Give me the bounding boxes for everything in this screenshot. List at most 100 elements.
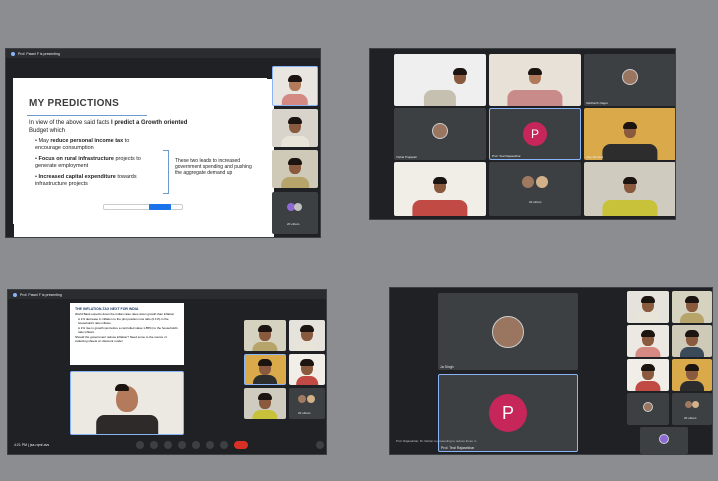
participant-avatar bbox=[659, 434, 669, 445]
participant-avatar bbox=[492, 315, 524, 348]
participant-tile[interactable] bbox=[272, 150, 318, 188]
participant-body bbox=[281, 135, 309, 147]
participant-body bbox=[252, 341, 278, 351]
presenter-video[interactable] bbox=[70, 371, 184, 435]
participant-tile[interactable]: Ja Singh bbox=[438, 293, 578, 370]
participant-name: Siddharth Nagar bbox=[586, 101, 608, 105]
participant-face bbox=[288, 74, 302, 91]
participant-tile[interactable] bbox=[627, 359, 669, 391]
participant-tile[interactable] bbox=[244, 320, 286, 351]
bracket bbox=[163, 150, 169, 194]
others-avatar-icon bbox=[522, 176, 534, 188]
participant-face bbox=[453, 67, 468, 84]
info-button[interactable] bbox=[316, 441, 324, 449]
participant-name: Prof. Teal Rajasekhar bbox=[492, 154, 521, 158]
participant-tile[interactable] bbox=[584, 162, 675, 216]
slide-content: MY PREDICTIONS In view of the above said… bbox=[13, 78, 267, 224]
participant-avatar bbox=[622, 69, 638, 86]
participant-tile[interactable] bbox=[640, 427, 688, 454]
slide-search-button[interactable] bbox=[149, 204, 171, 210]
participant-body bbox=[423, 90, 457, 106]
participant-body bbox=[507, 90, 563, 106]
participant-body bbox=[281, 176, 309, 188]
meeting-screenshot-presentation-2: Prof. Pawni F is presenting THE INFLATIO… bbox=[7, 289, 327, 455]
participant-face bbox=[641, 296, 655, 313]
participant-tile[interactable]: Siddharth Nagar bbox=[584, 54, 675, 106]
slide-line: A 1% decrease in inflation to the plot p… bbox=[78, 317, 169, 326]
presenter-bar: Prof. Pawni F is presenting bbox=[8, 290, 326, 299]
slide-intro: In view of the above said facts I predic… bbox=[29, 120, 188, 134]
participant-body bbox=[602, 144, 658, 160]
raise-hand-button[interactable] bbox=[178, 441, 186, 449]
participant-tile[interactable] bbox=[394, 54, 486, 106]
present-button[interactable] bbox=[192, 441, 200, 449]
participant-face bbox=[433, 176, 447, 193]
participant-body bbox=[635, 381, 661, 391]
participant-body bbox=[281, 93, 309, 105]
participant-face bbox=[288, 116, 302, 133]
participant-body bbox=[635, 347, 661, 357]
participant-tile[interactable] bbox=[672, 291, 712, 323]
slide-bullet-2: • Focus on rural infrastructure projects… bbox=[35, 156, 141, 169]
participant-face bbox=[258, 392, 272, 409]
participant-avatar bbox=[643, 402, 653, 413]
participant-body bbox=[680, 313, 704, 323]
participant-face bbox=[300, 324, 314, 341]
slide-line: A 1% rise in growth (as before a control… bbox=[78, 326, 178, 335]
presenter-label: Prof. Pawni F is presenting bbox=[18, 51, 60, 56]
participant-face bbox=[623, 121, 637, 138]
participant-face bbox=[115, 384, 138, 413]
participant-tile[interactable] bbox=[394, 162, 486, 216]
participant-tile-active[interactable]: P Prof. Teal Rajasekhar bbox=[489, 108, 581, 160]
others-avatar-icon bbox=[307, 395, 315, 403]
participant-face bbox=[685, 330, 699, 347]
participant-body bbox=[602, 199, 658, 216]
captions-button[interactable] bbox=[164, 441, 172, 449]
participant-face bbox=[685, 296, 699, 313]
reactions-button[interactable] bbox=[220, 441, 228, 449]
participant-name: Ajay Mandloi bbox=[586, 155, 604, 159]
participant-tile[interactable] bbox=[489, 54, 581, 106]
leave-call-button[interactable] bbox=[234, 441, 248, 449]
participant-avatar-letter: P bbox=[489, 394, 527, 432]
slide-heading: THE INFLATION-TAX NEXT FOR INDIA bbox=[75, 307, 139, 311]
others-avatar-icon bbox=[294, 203, 302, 211]
participant-tile[interactable] bbox=[244, 388, 286, 419]
more-options-button[interactable] bbox=[206, 441, 214, 449]
participant-tile[interactable]: Ajay Mandloi bbox=[584, 108, 675, 160]
participant-face bbox=[623, 176, 637, 193]
participant-body bbox=[412, 199, 468, 216]
slide-line: World Bank expects down the Indian raise… bbox=[75, 312, 175, 316]
participant-face bbox=[641, 364, 655, 381]
meeting-screenshot-grid: Siddharth Nagar Vishal Prajapati P Prof.… bbox=[369, 48, 676, 220]
participant-tile[interactable] bbox=[627, 325, 669, 357]
shared-slide-2: THE INFLATION-TAX NEXT FOR INDIA World B… bbox=[70, 303, 184, 365]
participant-tile[interactable] bbox=[627, 393, 669, 425]
participant-tile[interactable] bbox=[244, 354, 286, 385]
participant-tile[interactable] bbox=[672, 325, 712, 357]
participant-tile[interactable] bbox=[672, 359, 712, 391]
participant-face bbox=[528, 67, 542, 84]
meeting-screenshot-speaker: Ja Singh P Prof. Teal Rajasekhar Prof. R… bbox=[389, 287, 713, 455]
others-tile[interactable]: 20 others bbox=[289, 388, 325, 419]
presenter-label: Prof. Pawni F is presenting bbox=[20, 292, 62, 297]
participant-tile[interactable]: Vishal Prajapati bbox=[394, 108, 486, 160]
others-tile[interactable]: 20 others bbox=[672, 393, 712, 425]
participant-body bbox=[253, 375, 277, 384]
camera-button[interactable] bbox=[150, 441, 158, 449]
participant-tile[interactable] bbox=[289, 320, 325, 351]
participant-body bbox=[96, 415, 158, 434]
participant-body bbox=[296, 341, 318, 351]
participant-body bbox=[296, 375, 318, 385]
mic-button[interactable] bbox=[136, 441, 144, 449]
participant-tile[interactable] bbox=[272, 66, 318, 106]
others-avatar-icon bbox=[298, 395, 306, 403]
participant-tile[interactable] bbox=[627, 291, 669, 323]
participant-tile[interactable] bbox=[272, 109, 318, 147]
slide-line: Should the government reduce inflation? … bbox=[75, 335, 167, 344]
others-tile[interactable]: 20 others bbox=[272, 192, 318, 234]
slide-title: MY PREDICTIONS bbox=[29, 98, 120, 109]
participant-tile[interactable] bbox=[289, 354, 325, 385]
others-tile[interactable]: 20 others bbox=[489, 162, 581, 216]
others-avatar-icon bbox=[536, 176, 548, 188]
